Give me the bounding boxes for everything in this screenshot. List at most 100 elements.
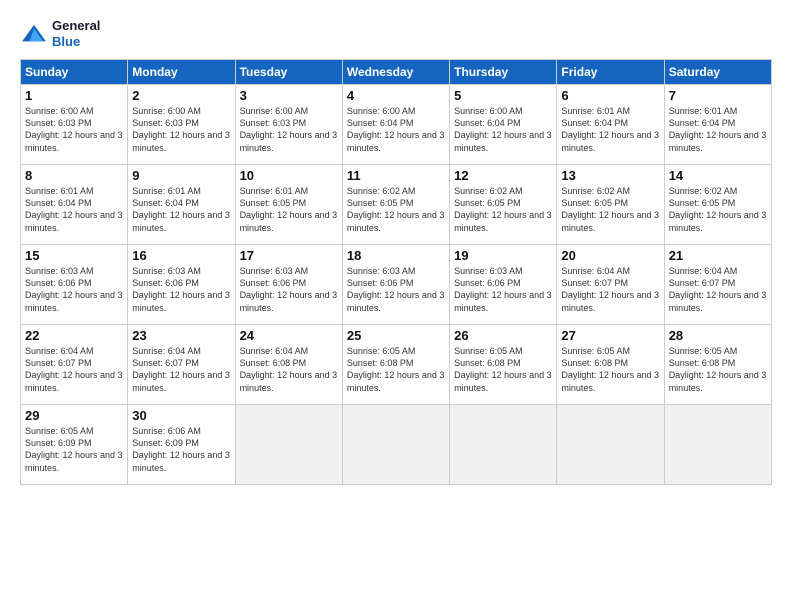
calendar-cell — [235, 405, 342, 485]
day-number: 21 — [669, 248, 767, 263]
day-number: 2 — [132, 88, 230, 103]
day-number: 20 — [561, 248, 659, 263]
day-number: 22 — [25, 328, 123, 343]
calendar-cell — [557, 405, 664, 485]
weekday-header-saturday: Saturday — [664, 60, 771, 85]
day-number: 29 — [25, 408, 123, 423]
day-info: Sunrise: 6:02 AM Sunset: 6:05 PM Dayligh… — [454, 185, 552, 234]
day-info: Sunrise: 6:03 AM Sunset: 6:06 PM Dayligh… — [240, 265, 338, 314]
weekday-header-sunday: Sunday — [21, 60, 128, 85]
day-number: 5 — [454, 88, 552, 103]
day-info: Sunrise: 6:01 AM Sunset: 6:04 PM Dayligh… — [669, 105, 767, 154]
day-info: Sunrise: 6:00 AM Sunset: 6:03 PM Dayligh… — [240, 105, 338, 154]
week-row-2: 8 Sunrise: 6:01 AM Sunset: 6:04 PM Dayli… — [21, 165, 772, 245]
week-row-1: 1 Sunrise: 6:00 AM Sunset: 6:03 PM Dayli… — [21, 85, 772, 165]
calendar-cell: 14 Sunrise: 6:02 AM Sunset: 6:05 PM Dayl… — [664, 165, 771, 245]
calendar-cell: 13 Sunrise: 6:02 AM Sunset: 6:05 PM Dayl… — [557, 165, 664, 245]
calendar-cell: 26 Sunrise: 6:05 AM Sunset: 6:08 PM Dayl… — [450, 325, 557, 405]
calendar-cell: 5 Sunrise: 6:00 AM Sunset: 6:04 PM Dayli… — [450, 85, 557, 165]
day-number: 19 — [454, 248, 552, 263]
day-info: Sunrise: 6:06 AM Sunset: 6:09 PM Dayligh… — [132, 425, 230, 474]
day-info: Sunrise: 6:01 AM Sunset: 6:05 PM Dayligh… — [240, 185, 338, 234]
day-number: 16 — [132, 248, 230, 263]
day-number: 30 — [132, 408, 230, 423]
calendar-cell: 9 Sunrise: 6:01 AM Sunset: 6:04 PM Dayli… — [128, 165, 235, 245]
calendar-cell: 4 Sunrise: 6:00 AM Sunset: 6:04 PM Dayli… — [342, 85, 449, 165]
day-number: 14 — [669, 168, 767, 183]
day-info: Sunrise: 6:05 AM Sunset: 6:08 PM Dayligh… — [561, 345, 659, 394]
day-info: Sunrise: 6:00 AM Sunset: 6:03 PM Dayligh… — [132, 105, 230, 154]
weekday-header-row: SundayMondayTuesdayWednesdayThursdayFrid… — [21, 60, 772, 85]
day-number: 18 — [347, 248, 445, 263]
day-number: 4 — [347, 88, 445, 103]
calendar-cell: 10 Sunrise: 6:01 AM Sunset: 6:05 PM Dayl… — [235, 165, 342, 245]
calendar-cell: 7 Sunrise: 6:01 AM Sunset: 6:04 PM Dayli… — [664, 85, 771, 165]
calendar-cell: 11 Sunrise: 6:02 AM Sunset: 6:05 PM Dayl… — [342, 165, 449, 245]
logo: General Blue — [20, 18, 100, 49]
calendar-cell — [342, 405, 449, 485]
day-info: Sunrise: 6:03 AM Sunset: 6:06 PM Dayligh… — [132, 265, 230, 314]
calendar-cell: 28 Sunrise: 6:05 AM Sunset: 6:08 PM Dayl… — [664, 325, 771, 405]
day-number: 17 — [240, 248, 338, 263]
day-info: Sunrise: 6:04 AM Sunset: 6:07 PM Dayligh… — [25, 345, 123, 394]
day-info: Sunrise: 6:00 AM Sunset: 6:04 PM Dayligh… — [347, 105, 445, 154]
day-info: Sunrise: 6:05 AM Sunset: 6:08 PM Dayligh… — [669, 345, 767, 394]
calendar-table: SundayMondayTuesdayWednesdayThursdayFrid… — [20, 59, 772, 485]
day-info: Sunrise: 6:03 AM Sunset: 6:06 PM Dayligh… — [347, 265, 445, 314]
calendar-page: General Blue SundayMondayTuesdayWednesda… — [0, 0, 792, 612]
day-info: Sunrise: 6:02 AM Sunset: 6:05 PM Dayligh… — [347, 185, 445, 234]
weekday-header-tuesday: Tuesday — [235, 60, 342, 85]
calendar-cell: 29 Sunrise: 6:05 AM Sunset: 6:09 PM Dayl… — [21, 405, 128, 485]
day-number: 23 — [132, 328, 230, 343]
day-info: Sunrise: 6:01 AM Sunset: 6:04 PM Dayligh… — [561, 105, 659, 154]
calendar-cell — [450, 405, 557, 485]
day-info: Sunrise: 6:00 AM Sunset: 6:04 PM Dayligh… — [454, 105, 552, 154]
day-number: 12 — [454, 168, 552, 183]
calendar-cell: 25 Sunrise: 6:05 AM Sunset: 6:08 PM Dayl… — [342, 325, 449, 405]
day-number: 24 — [240, 328, 338, 343]
calendar-body: 1 Sunrise: 6:00 AM Sunset: 6:03 PM Dayli… — [21, 85, 772, 485]
day-info: Sunrise: 6:01 AM Sunset: 6:04 PM Dayligh… — [132, 185, 230, 234]
calendar-cell: 23 Sunrise: 6:04 AM Sunset: 6:07 PM Dayl… — [128, 325, 235, 405]
calendar-cell: 6 Sunrise: 6:01 AM Sunset: 6:04 PM Dayli… — [557, 85, 664, 165]
day-info: Sunrise: 6:00 AM Sunset: 6:03 PM Dayligh… — [25, 105, 123, 154]
day-info: Sunrise: 6:04 AM Sunset: 6:07 PM Dayligh… — [132, 345, 230, 394]
day-number: 7 — [669, 88, 767, 103]
calendar-cell: 19 Sunrise: 6:03 AM Sunset: 6:06 PM Dayl… — [450, 245, 557, 325]
day-info: Sunrise: 6:03 AM Sunset: 6:06 PM Dayligh… — [454, 265, 552, 314]
calendar-cell: 12 Sunrise: 6:02 AM Sunset: 6:05 PM Dayl… — [450, 165, 557, 245]
calendar-cell: 27 Sunrise: 6:05 AM Sunset: 6:08 PM Dayl… — [557, 325, 664, 405]
day-info: Sunrise: 6:04 AM Sunset: 6:07 PM Dayligh… — [669, 265, 767, 314]
day-info: Sunrise: 6:04 AM Sunset: 6:08 PM Dayligh… — [240, 345, 338, 394]
week-row-5: 29 Sunrise: 6:05 AM Sunset: 6:09 PM Dayl… — [21, 405, 772, 485]
day-number: 11 — [347, 168, 445, 183]
day-number: 10 — [240, 168, 338, 183]
day-number: 27 — [561, 328, 659, 343]
week-row-3: 15 Sunrise: 6:03 AM Sunset: 6:06 PM Dayl… — [21, 245, 772, 325]
calendar-cell: 8 Sunrise: 6:01 AM Sunset: 6:04 PM Dayli… — [21, 165, 128, 245]
day-number: 15 — [25, 248, 123, 263]
calendar-cell: 1 Sunrise: 6:00 AM Sunset: 6:03 PM Dayli… — [21, 85, 128, 165]
week-row-4: 22 Sunrise: 6:04 AM Sunset: 6:07 PM Dayl… — [21, 325, 772, 405]
day-info: Sunrise: 6:05 AM Sunset: 6:08 PM Dayligh… — [454, 345, 552, 394]
day-info: Sunrise: 6:04 AM Sunset: 6:07 PM Dayligh… — [561, 265, 659, 314]
calendar-cell — [664, 405, 771, 485]
calendar-cell: 3 Sunrise: 6:00 AM Sunset: 6:03 PM Dayli… — [235, 85, 342, 165]
day-info: Sunrise: 6:02 AM Sunset: 6:05 PM Dayligh… — [561, 185, 659, 234]
weekday-header-friday: Friday — [557, 60, 664, 85]
calendar-cell: 18 Sunrise: 6:03 AM Sunset: 6:06 PM Dayl… — [342, 245, 449, 325]
calendar-cell: 24 Sunrise: 6:04 AM Sunset: 6:08 PM Dayl… — [235, 325, 342, 405]
day-info: Sunrise: 6:03 AM Sunset: 6:06 PM Dayligh… — [25, 265, 123, 314]
day-number: 9 — [132, 168, 230, 183]
day-info: Sunrise: 6:02 AM Sunset: 6:05 PM Dayligh… — [669, 185, 767, 234]
day-info: Sunrise: 6:05 AM Sunset: 6:08 PM Dayligh… — [347, 345, 445, 394]
calendar-cell: 17 Sunrise: 6:03 AM Sunset: 6:06 PM Dayl… — [235, 245, 342, 325]
calendar-cell: 22 Sunrise: 6:04 AM Sunset: 6:07 PM Dayl… — [21, 325, 128, 405]
day-number: 13 — [561, 168, 659, 183]
calendar-cell: 15 Sunrise: 6:03 AM Sunset: 6:06 PM Dayl… — [21, 245, 128, 325]
calendar-cell: 30 Sunrise: 6:06 AM Sunset: 6:09 PM Dayl… — [128, 405, 235, 485]
day-info: Sunrise: 6:05 AM Sunset: 6:09 PM Dayligh… — [25, 425, 123, 474]
calendar-cell: 2 Sunrise: 6:00 AM Sunset: 6:03 PM Dayli… — [128, 85, 235, 165]
day-number: 26 — [454, 328, 552, 343]
calendar-cell: 16 Sunrise: 6:03 AM Sunset: 6:06 PM Dayl… — [128, 245, 235, 325]
